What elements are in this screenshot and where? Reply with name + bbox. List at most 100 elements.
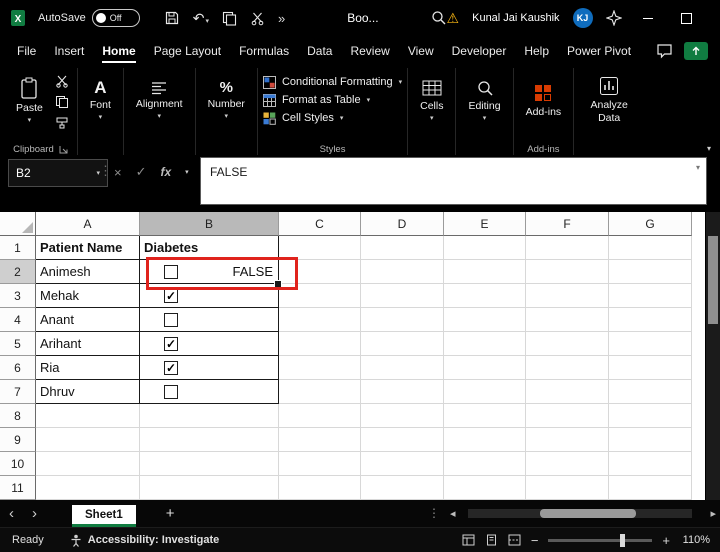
- empty-cell[interactable]: [279, 404, 361, 428]
- diabetes-checkbox[interactable]: ✓: [164, 265, 178, 279]
- warning-icon[interactable]: ⚠: [447, 11, 460, 25]
- empty-cell[interactable]: [279, 452, 361, 476]
- cell-a7[interactable]: Dhruv: [36, 380, 140, 404]
- empty-cell[interactable]: [444, 308, 526, 332]
- diabetes-checkbox[interactable]: ✓: [164, 361, 178, 375]
- cancel-entry-icon[interactable]: ×: [114, 165, 122, 180]
- tab-page-layout[interactable]: Page Layout: [145, 38, 230, 64]
- empty-cell[interactable]: [361, 476, 444, 500]
- cell-styles-button[interactable]: Cell Styles ▾: [263, 112, 402, 125]
- cell-b4[interactable]: ✓: [140, 308, 279, 332]
- col-header-e[interactable]: E: [444, 212, 526, 236]
- empty-cell[interactable]: [444, 260, 526, 284]
- avatar[interactable]: KJ: [573, 8, 593, 28]
- maximize-button[interactable]: [674, 5, 700, 31]
- empty-cell[interactable]: [444, 236, 526, 260]
- empty-cell[interactable]: [361, 356, 444, 380]
- col-header-b[interactable]: B: [140, 212, 279, 236]
- row-header-7[interactable]: 7: [0, 380, 36, 404]
- insert-function-icon[interactable]: fx: [161, 165, 172, 179]
- row-header-4[interactable]: 4: [0, 308, 36, 332]
- empty-cell[interactable]: [36, 452, 140, 476]
- diabetes-checkbox[interactable]: ✓: [164, 337, 178, 351]
- empty-cell[interactable]: [526, 284, 609, 308]
- close-button[interactable]: ×: [713, 5, 720, 31]
- row-header-6[interactable]: 6: [0, 356, 36, 380]
- empty-cell[interactable]: [36, 476, 140, 500]
- empty-cell[interactable]: [361, 236, 444, 260]
- page-layout-view-icon[interactable]: [485, 534, 498, 546]
- tab-help[interactable]: Help: [515, 38, 558, 64]
- empty-cell[interactable]: [140, 476, 279, 500]
- col-header-d[interactable]: D: [361, 212, 444, 236]
- tab-data[interactable]: Data: [298, 38, 341, 64]
- cells-button[interactable]: Cells ▾: [413, 77, 450, 124]
- clipboard-dialog-launcher-icon[interactable]: [59, 145, 68, 154]
- empty-cell[interactable]: [526, 452, 609, 476]
- row-header-2[interactable]: 2: [0, 260, 36, 284]
- empty-cell[interactable]: [361, 452, 444, 476]
- empty-cell[interactable]: [444, 356, 526, 380]
- empty-cell[interactable]: [279, 380, 361, 404]
- empty-cell[interactable]: [279, 476, 361, 500]
- empty-cell[interactable]: [279, 260, 361, 284]
- sheet-tab-sheet1[interactable]: Sheet1: [72, 505, 136, 527]
- empty-cell[interactable]: [526, 308, 609, 332]
- row-header-1[interactable]: 1: [0, 236, 36, 260]
- empty-cell[interactable]: [361, 404, 444, 428]
- empty-cell[interactable]: [361, 260, 444, 284]
- fill-handle[interactable]: [274, 280, 282, 288]
- conditional-formatting-button[interactable]: Conditional Formatting ▾: [263, 76, 402, 89]
- empty-cell[interactable]: [526, 236, 609, 260]
- cell-b5[interactable]: ✓: [140, 332, 279, 356]
- tab-insert[interactable]: Insert: [45, 38, 93, 64]
- cell-a5[interactable]: Arihant: [36, 332, 140, 356]
- empty-cell[interactable]: [279, 236, 361, 260]
- normal-view-icon[interactable]: [462, 534, 475, 546]
- paste-button[interactable]: Paste ▾: [9, 75, 50, 126]
- zoom-slider[interactable]: [548, 539, 652, 542]
- cell-a2[interactable]: Animesh: [36, 260, 140, 284]
- minimize-button[interactable]: [635, 5, 661, 31]
- accessibility-status[interactable]: Accessibility: Investigate: [70, 534, 219, 547]
- empty-cell[interactable]: [526, 476, 609, 500]
- diabetes-checkbox[interactable]: ✓: [164, 385, 178, 399]
- formula-bar-grip-icon[interactable]: ⋮: [99, 163, 112, 179]
- empty-cell[interactable]: [609, 380, 692, 404]
- empty-cell[interactable]: [361, 308, 444, 332]
- empty-cell[interactable]: [361, 380, 444, 404]
- copy-button-icon[interactable]: [55, 95, 69, 109]
- diabetes-checkbox[interactable]: ✓: [164, 289, 178, 303]
- tab-view[interactable]: View: [399, 38, 443, 64]
- cell-b2[interactable]: ✓ FALSE: [140, 260, 279, 284]
- cell-a1[interactable]: Patient Name: [36, 236, 140, 260]
- empty-cell[interactable]: [526, 356, 609, 380]
- empty-cell[interactable]: [36, 404, 140, 428]
- empty-cell[interactable]: [444, 428, 526, 452]
- format-as-table-button[interactable]: Format as Table ▾: [263, 94, 402, 107]
- empty-cell[interactable]: [444, 332, 526, 356]
- row-header-3[interactable]: 3: [0, 284, 36, 308]
- empty-cell[interactable]: [279, 284, 361, 308]
- confirm-entry-icon[interactable]: ✓: [136, 164, 147, 180]
- font-button[interactable]: A Font ▾: [83, 77, 118, 123]
- zoom-out-icon[interactable]: −: [531, 534, 539, 547]
- share-button[interactable]: [684, 42, 708, 60]
- empty-cell[interactable]: [279, 332, 361, 356]
- search-button[interactable]: [431, 10, 447, 26]
- empty-cell[interactable]: [279, 356, 361, 380]
- row-header-11[interactable]: 11: [0, 476, 36, 500]
- empty-cell[interactable]: [140, 452, 279, 476]
- empty-cell[interactable]: [609, 356, 692, 380]
- splitter-dots-icon[interactable]: ⋮: [428, 506, 440, 520]
- format-painter-icon[interactable]: [55, 116, 69, 130]
- empty-cell[interactable]: [609, 260, 692, 284]
- col-header-a[interactable]: A: [36, 212, 140, 236]
- empty-cell[interactable]: [361, 284, 444, 308]
- hscroll-right-arrow-icon[interactable]: ▸: [710, 507, 716, 520]
- cut-button-icon[interactable]: [55, 74, 69, 88]
- formula-input[interactable]: FALSE ▾: [200, 157, 707, 205]
- row-header-5[interactable]: 5: [0, 332, 36, 356]
- empty-cell[interactable]: [361, 428, 444, 452]
- vertical-scrollbar-thumb[interactable]: [708, 236, 718, 324]
